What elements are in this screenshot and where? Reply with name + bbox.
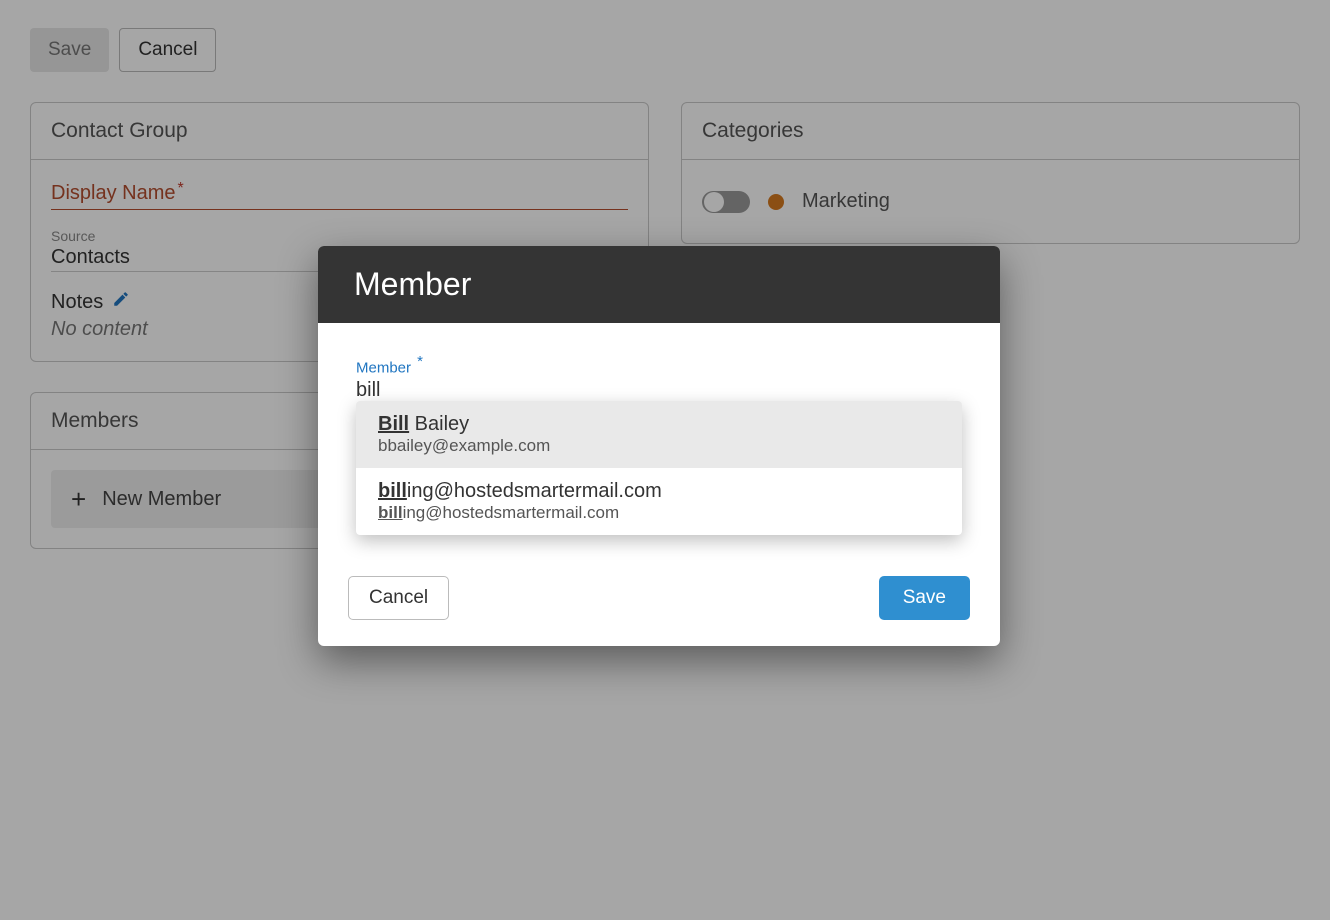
autocomplete-secondary: billing@hostedsmartermail.com	[378, 503, 940, 523]
member-field-label: Member	[356, 359, 411, 376]
modal-title: Member	[318, 246, 1000, 323]
autocomplete-secondary: bbailey@example.com	[378, 436, 940, 456]
autocomplete-primary: billing@hostedsmartermail.com	[378, 480, 940, 503]
modal-cancel-button[interactable]: Cancel	[348, 576, 449, 620]
member-modal: Member Member * Bill Baileybbailey@examp…	[318, 246, 1000, 646]
autocomplete-item[interactable]: Bill Baileybbailey@example.com	[356, 401, 962, 468]
autocomplete-dropdown: Bill Baileybbailey@example.combilling@ho…	[356, 401, 962, 535]
required-star-icon: *	[413, 353, 423, 370]
autocomplete-primary: Bill Bailey	[378, 413, 940, 436]
autocomplete-item[interactable]: billing@hostedsmartermail.combilling@hos…	[356, 468, 962, 535]
modal-save-button[interactable]: Save	[879, 576, 970, 620]
